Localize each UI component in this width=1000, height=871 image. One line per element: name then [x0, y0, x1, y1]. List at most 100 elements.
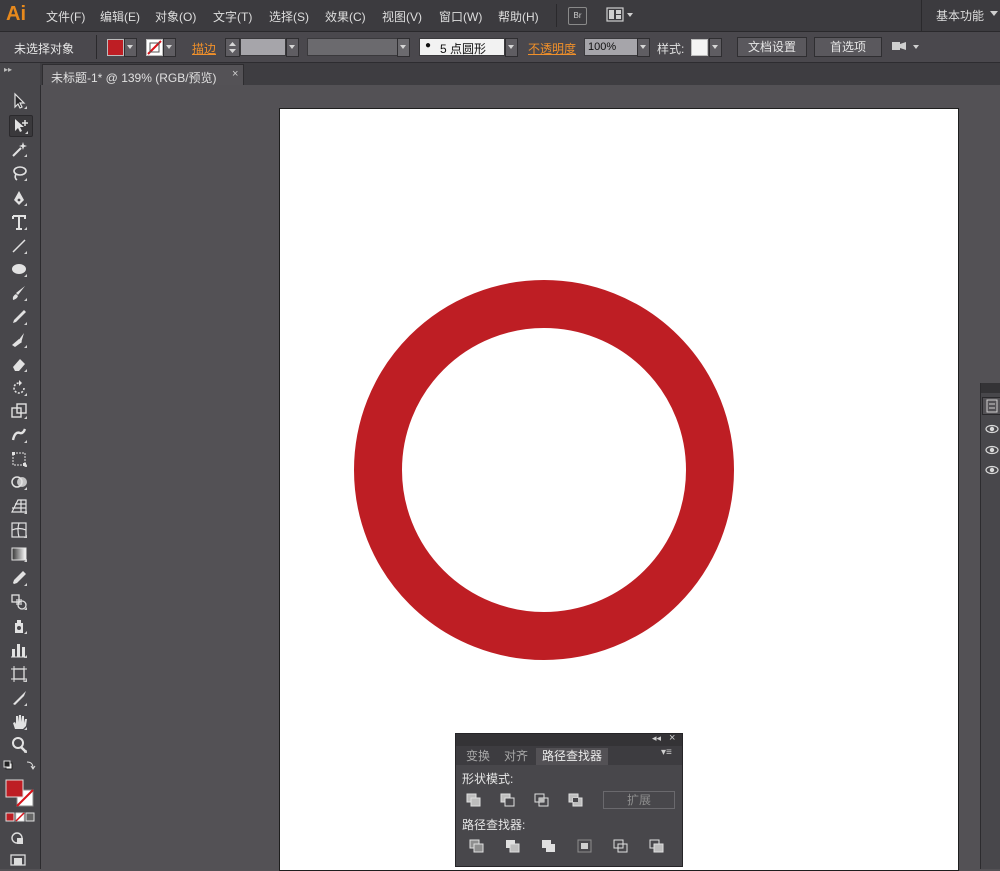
stroke-dropdown[interactable] [163, 38, 176, 57]
stroke-swatch[interactable] [146, 39, 163, 56]
crop-button[interactable] [576, 838, 594, 854]
rotate-tool-button[interactable] [9, 378, 31, 398]
collapse-icon[interactable]: ◂◂ [652, 733, 661, 744]
menu-window[interactable]: 窗口(W) [439, 8, 482, 25]
selection-tool-button[interactable] [9, 91, 31, 111]
type-tool-button[interactable] [9, 212, 31, 232]
menu-select[interactable]: 选择(S) [269, 8, 309, 25]
outline-button[interactable] [612, 838, 630, 854]
exclude-icon [568, 793, 583, 807]
trim-button[interactable] [504, 838, 522, 854]
slice-tool-button[interactable] [9, 688, 31, 708]
menu-effect[interactable]: 效果(C) [325, 8, 366, 25]
document-tab-bar: 未标题-1* @ 139% (RGB/预览) × [40, 63, 1000, 86]
menu-help[interactable]: 帮助(H) [498, 8, 539, 25]
panel-grip-icon[interactable]: ▸▸ [4, 65, 12, 74]
opacity-dropdown[interactable] [637, 38, 650, 57]
intersect-button[interactable] [533, 792, 551, 808]
divide-button[interactable] [468, 838, 486, 854]
dock-header [981, 383, 1000, 393]
brush-dot-icon: ● [425, 40, 432, 51]
paintbrush-tool-button[interactable] [9, 283, 31, 303]
paintbrush-tool-icon [12, 286, 27, 301]
scale-tool-button[interactable] [9, 401, 31, 421]
chevron-down-icon[interactable] [990, 11, 998, 16]
eraser-tool-button[interactable] [9, 354, 31, 374]
pencil-tool-icon [13, 310, 27, 325]
direct-selection-tool-icon [15, 119, 28, 134]
gradient-tool-button[interactable] [9, 544, 31, 564]
hand-tool-button[interactable] [9, 712, 31, 732]
dock-tab[interactable] [982, 397, 1000, 415]
artboard-tool-button[interactable] [9, 664, 31, 684]
column-graph-tool-button[interactable] [9, 640, 31, 660]
fill-dropdown[interactable] [124, 38, 137, 57]
fill-stroke-widget[interactable] [3, 760, 37, 868]
panel-title-bar[interactable]: ◂◂ × [456, 732, 682, 746]
tab-align[interactable]: 对齐 [498, 748, 534, 765]
magic-wand-tool-button[interactable] [9, 139, 31, 159]
brush-definition[interactable]: ● 5 点圆形 [419, 38, 505, 56]
blob-brush-tool-icon [12, 333, 27, 348]
pathfinders-label: 路径查找器: [462, 818, 526, 832]
graphic-style-swatch[interactable] [691, 39, 708, 56]
fill-swatch[interactable] [107, 39, 124, 56]
symbol-sprayer-tool-button[interactable] [9, 616, 31, 636]
eyedropper-tool-button[interactable] [9, 568, 31, 588]
document-tab[interactable]: 未标题-1* @ 139% (RGB/预览) × [42, 64, 244, 86]
menu-type[interactable]: 文字(T) [213, 8, 252, 25]
expand-button[interactable]: 扩展 [603, 791, 675, 809]
variable-width-dropdown[interactable] [397, 38, 410, 57]
direct-selection-tool-button[interactable] [9, 115, 33, 137]
minus-front-button[interactable] [499, 792, 517, 808]
preferences-button[interactable]: 首选项 [814, 37, 882, 57]
red-ring[interactable] [354, 280, 734, 660]
zoom-tool-button[interactable] [9, 735, 31, 755]
menu-object[interactable]: 对象(O) [155, 8, 196, 25]
menu-edit[interactable]: 编辑(E) [100, 8, 140, 25]
opacity-label[interactable]: 不透明度 [528, 40, 576, 57]
close-icon[interactable]: × [669, 732, 675, 744]
menu-file[interactable]: 文件(F) [46, 8, 85, 25]
unite-icon [466, 793, 481, 807]
tab-pathfinder[interactable]: 路径查找器 [536, 748, 608, 765]
pen-tool-button[interactable] [9, 188, 31, 208]
unite-button[interactable] [465, 792, 483, 808]
type-tool-icon [12, 215, 27, 230]
merge-button[interactable] [540, 838, 558, 854]
visibility-eye-icons[interactable] [981, 421, 1000, 481]
stroke-weight-field[interactable] [240, 38, 286, 56]
mesh-tool-button[interactable] [9, 520, 31, 540]
blob-brush-tool-button[interactable] [9, 330, 31, 350]
stepper-arrows-icon [229, 42, 236, 53]
arrange-documents-button[interactable] [606, 7, 634, 23]
close-icon[interactable]: × [232, 68, 238, 80]
menu-separator [556, 4, 557, 27]
pencil-tool-button[interactable] [9, 307, 31, 327]
minus-back-button[interactable] [648, 838, 666, 854]
shape-builder-tool-icon [11, 476, 27, 490]
exclude-button[interactable] [567, 792, 585, 808]
graphic-style-dropdown[interactable] [709, 38, 722, 57]
ellipse-tool-button[interactable] [9, 259, 31, 279]
workspace-switcher[interactable]: 基本功能 [936, 7, 984, 24]
tab-transform[interactable]: 变换 [460, 748, 496, 765]
document-setup-button[interactable]: 文档设置 [737, 37, 807, 57]
panel-menu-icon[interactable]: ▾≡ [661, 747, 672, 758]
stroke-label[interactable]: 描边 [192, 40, 216, 57]
stroke-weight-dropdown[interactable] [286, 38, 299, 57]
bridge-button[interactable]: Br [568, 7, 587, 25]
opacity-field[interactable]: 100% [584, 38, 639, 56]
panel-menu-button[interactable] [890, 39, 922, 55]
stroke-weight-stepper[interactable] [225, 38, 240, 57]
blend-tool-button[interactable] [9, 592, 31, 612]
free-transform-tool-button[interactable] [9, 449, 31, 469]
menu-view[interactable]: 视图(V) [382, 8, 422, 25]
lasso-tool-button[interactable] [9, 163, 31, 183]
line-tool-button[interactable] [9, 236, 31, 256]
brush-dropdown[interactable] [505, 38, 518, 57]
variable-width-profile[interactable] [307, 38, 399, 56]
warp-tool-button[interactable] [9, 425, 31, 445]
shape-builder-tool-button[interactable] [9, 472, 31, 492]
perspective-grid-tool-button[interactable] [9, 496, 31, 516]
